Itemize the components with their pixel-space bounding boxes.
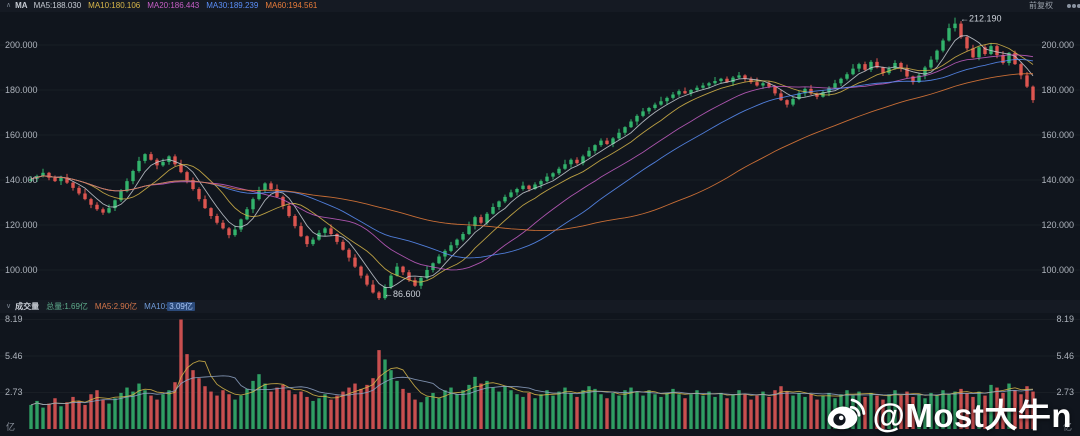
volume-tick-label: 8.19 (1056, 314, 1074, 325)
price-tick-label: 140.000 (5, 175, 38, 185)
ma-legend-item: MA5:188.030 (33, 1, 82, 10)
volume-ma10-label: MA10: 3.09亿 (144, 302, 195, 311)
volume-tick-label: 2.73 (5, 387, 23, 398)
ma-indicator-label: MA (15, 1, 28, 10)
ma-legend-item: MA60:194.561 (265, 1, 318, 10)
ma-legend-item: MA30:189.239 (206, 1, 259, 10)
volume-indicator-label: 成交量 (15, 302, 40, 311)
stock-chart-app: ←212.190 ←86.600 ∧ MA MA5:188.030 MA10:180… (0, 0, 1080, 436)
price-tick-label: 180.000 (1041, 85, 1074, 95)
watermark-handle: @Most大牛n (872, 397, 1072, 434)
price-tick-label: 160.000 (1041, 130, 1074, 140)
price-tick-label: 100.000 (1041, 265, 1074, 275)
price-tick-label: 160.000 (5, 130, 38, 140)
price-tick-label: 180.000 (5, 85, 38, 95)
price-pane-header: ∧ MA MA5:188.030 MA10:180.106 MA20:186.443… (0, 0, 1080, 12)
ma-legend: MA5:188.030 MA10:180.106 MA20:186.443 MA30:… (34, 0, 325, 12)
ma-legend-item: MA10:180.106 (88, 1, 141, 10)
chart-toolbar: 前复权 (1029, 0, 1074, 12)
volume-pane-header: ∨ 成交量 总量:1.69亿 MA5:2.90亿 MA10: 3.09亿 (0, 300, 1080, 313)
volume-total-label: 总量:1.69亿 (46, 302, 88, 311)
collapse-indicator-icon[interactable]: ∧ (6, 0, 11, 12)
collapse-volume-icon[interactable]: ∨ (6, 300, 11, 313)
volume-unit-left: 亿 (6, 422, 16, 432)
price-adjust-dropdown[interactable]: 前复权 (1029, 0, 1053, 12)
price-tick-label: 120.000 (1041, 220, 1074, 230)
volume-tick-label: 5.46 (1056, 350, 1074, 361)
high-annotation: ←212.190 (960, 14, 1002, 24)
price-tick-label: 140.000 (1041, 175, 1074, 185)
volume-tick-label: 5.46 (5, 350, 23, 361)
volume-tick-label: 8.19 (5, 314, 23, 325)
watermark: @Most大牛n (826, 389, 1072, 436)
price-tick-label: 200.000 (1041, 40, 1074, 50)
weibo-icon (827, 398, 865, 429)
volume-ma10-value: 3.09亿 (167, 302, 195, 311)
low-annotation: ←86.600 (384, 289, 421, 299)
price-tick-label: 200.000 (5, 40, 38, 50)
price-tick-label: 100.000 (5, 265, 38, 275)
ma-legend-item: MA20:186.443 (147, 1, 200, 10)
price-tick-label: 120.000 (5, 220, 38, 230)
candlestick-volume-chart[interactable]: ←212.190 ←86.600 (0, 0, 1080, 436)
volume-ma5-label: MA5:2.90亿 (94, 302, 138, 311)
